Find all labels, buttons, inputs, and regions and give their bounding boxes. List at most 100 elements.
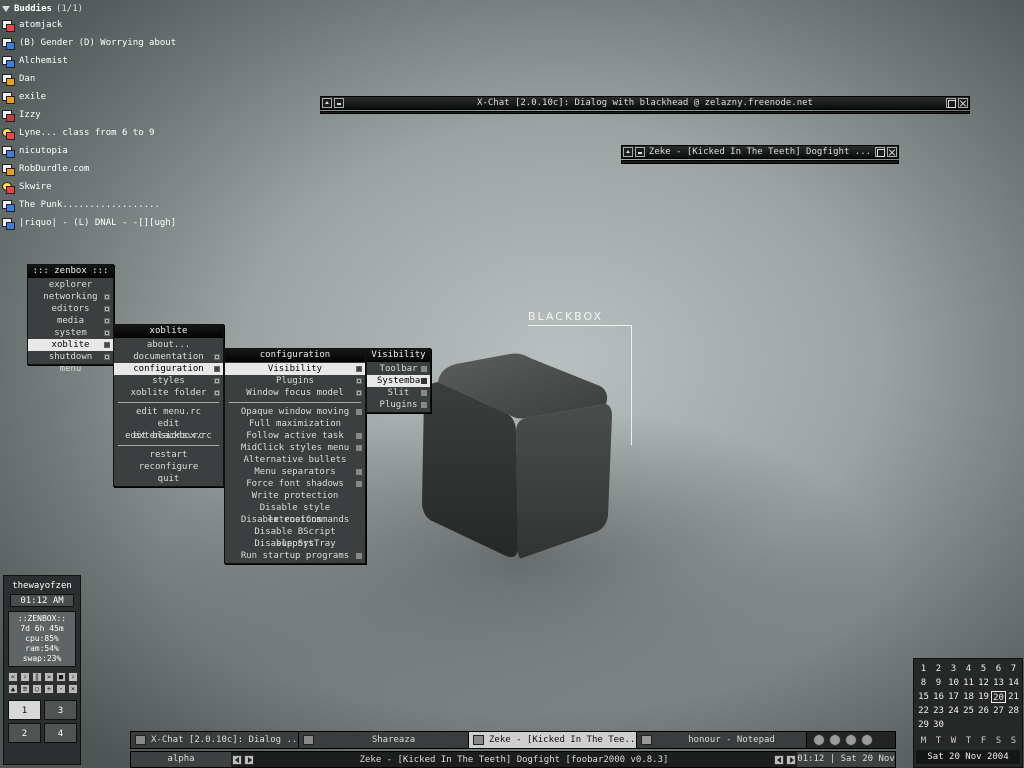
foobar-window-handle[interactable] [621,160,899,164]
buddy-item[interactable]: Izzy [2,106,202,124]
menu-title[interactable]: Visibility [367,349,430,362]
playlist-icon[interactable]: ≡ [20,684,30,694]
prev-window-arrow-icon[interactable] [774,754,784,765]
menu-item[interactable]: Write protection [225,490,365,502]
volume-down-icon[interactable]: - [56,684,66,694]
menu-title[interactable]: xoblite [114,325,223,338]
menu-item[interactable]: shutdown menu [28,351,113,374]
menu-item-selected[interactable]: xoblite [28,339,113,351]
minimize-button[interactable] [635,147,645,157]
menu-item[interactable]: Full maximization [225,418,365,430]
shuffle-icon[interactable]: × [68,684,78,694]
menu-item[interactable]: restart [114,449,223,461]
stop-icon[interactable]: ■ [56,672,66,682]
menu-item[interactable]: networking [28,291,113,303]
menu-item-selected[interactable]: Systembar [367,375,430,387]
menu-item[interactable]: MidClick styles menu [225,442,365,454]
menu-item[interactable]: system [28,327,113,339]
menu-item[interactable]: about... [114,339,223,351]
menu-item[interactable]: Slit [367,387,430,399]
menu-item[interactable]: styles [114,375,223,387]
rewind-icon[interactable]: « [8,672,18,682]
desktop-button[interactable]: 2 [8,723,41,743]
menu-item[interactable]: Disable rootCommands [225,514,365,526]
maximize-button[interactable] [875,147,885,157]
menu-item[interactable]: reconfigure [114,461,223,473]
maximize-button[interactable] [946,98,956,108]
menu-item[interactable]: Plugins [367,399,430,411]
task-button-notepad[interactable]: honour - Notepad [637,732,807,748]
menu-item[interactable]: explorer [28,279,113,291]
minimize-button[interactable] [334,98,344,108]
buddy-name: |riquo| - (L) DNAL - -[][ugh] [19,218,177,228]
menu-item[interactable]: edit blackbox.rc [114,430,223,442]
volume-up-icon[interactable]: + [44,684,54,694]
next-window-arrow-icon[interactable] [786,754,796,765]
close-button[interactable] [958,98,968,108]
desktop-button[interactable]: 3 [44,700,77,720]
buddy-item[interactable]: Skwire [2,178,202,196]
tray-icon[interactable] [829,734,841,746]
menu-item[interactable]: Window focus model [225,387,365,399]
menu-item[interactable]: editors [28,303,113,315]
buddy-item[interactable]: Alchemist [2,52,202,70]
menu-item[interactable]: edit extensions.rc [114,418,223,441]
xchat-window-handle[interactable] [320,111,970,114]
buddy-item[interactable]: Dan [2,70,202,88]
task-button-foobar[interactable]: Zeke - [Kicked In The Tee... [469,732,637,748]
desktop-button[interactable]: 4 [44,723,77,743]
menu-item[interactable]: Disable style extensions [225,502,365,525]
foobar-window-titlebar[interactable]: Zeke - [Kicked In The Teeth] Dogfight ..… [621,145,899,159]
menu-item[interactable]: edit menu.rc [114,406,223,418]
menu-item[interactable]: media [28,315,113,327]
menu-title[interactable]: configuration [225,349,365,362]
buddy-item[interactable]: exile [2,88,202,106]
menu-item[interactable]: xoblite folder [114,387,223,399]
xchat-window-titlebar[interactable]: X-Chat [2.0.10c]: Dialog with blackhead … [320,96,970,110]
close-button[interactable] [887,147,897,157]
menu-item[interactable]: Disable BScript support [225,526,365,549]
task-label: honour - Notepad [688,735,775,745]
buddy-item[interactable]: (B) Gender (D) Worrying about [2,34,202,52]
menu-item[interactable]: Follow active task [225,430,365,442]
buddy-item[interactable]: Lyne... class from 6 to 9 [2,124,202,142]
next-icon[interactable]: › [68,672,78,682]
tray-icon[interactable] [813,734,825,746]
settings-icon[interactable]: ○ [32,684,42,694]
menu-item[interactable]: Disable SysTray [225,538,365,550]
buddy-item[interactable]: |riquo| - (L) DNAL - -[][ugh] [2,214,202,232]
forward-icon[interactable]: » [44,672,54,682]
menu-item-selected[interactable]: Visibility [225,363,365,375]
buddy-item[interactable]: nicutopia [2,142,202,160]
menu-item[interactable]: Opaque window moving [225,406,365,418]
desktop-button[interactable]: 1 [8,700,41,720]
buddy-item[interactable]: RobDurdle.com [2,160,202,178]
menu-item-selected[interactable]: configuration [114,363,223,375]
pause-icon[interactable]: ‖ [32,672,42,682]
prev-workspace-arrow-icon[interactable] [232,754,242,765]
play-icon[interactable]: › [20,672,30,682]
tray-icon[interactable] [861,734,873,746]
collapse-triangle-icon[interactable] [2,6,10,12]
menu-item[interactable]: Run startup programs [225,550,365,562]
task-button-shareaza[interactable]: Shareaza [299,732,469,748]
menu-item[interactable]: documentation [114,351,223,363]
menu-title[interactable]: ::: zenbox ::: [28,265,113,278]
checkbox-indicator-icon [421,366,427,372]
menu-item[interactable]: Plugins [225,375,365,387]
menu-item[interactable]: Toolbar [367,363,430,375]
buddy-list-header[interactable]: Buddies (1/1) [2,2,202,16]
menu-item[interactable]: Menu separators [225,466,365,478]
shade-button[interactable] [623,147,633,157]
workspace-label[interactable]: alpha [131,752,231,767]
shade-button[interactable] [322,98,332,108]
menu-item[interactable]: Alternative bullets [225,454,365,466]
menu-item[interactable]: quit [114,473,223,485]
buddy-item[interactable]: atomjack [2,16,202,34]
task-button-xchat[interactable]: X-Chat [2.0.10c]: Dialog ... [131,732,299,748]
menu-item[interactable]: Force font shadows [225,478,365,490]
next-workspace-arrow-icon[interactable] [244,754,254,765]
eject-icon[interactable]: ▲ [8,684,18,694]
tray-icon[interactable] [845,734,857,746]
buddy-item[interactable]: The Punk.................. [2,196,202,214]
